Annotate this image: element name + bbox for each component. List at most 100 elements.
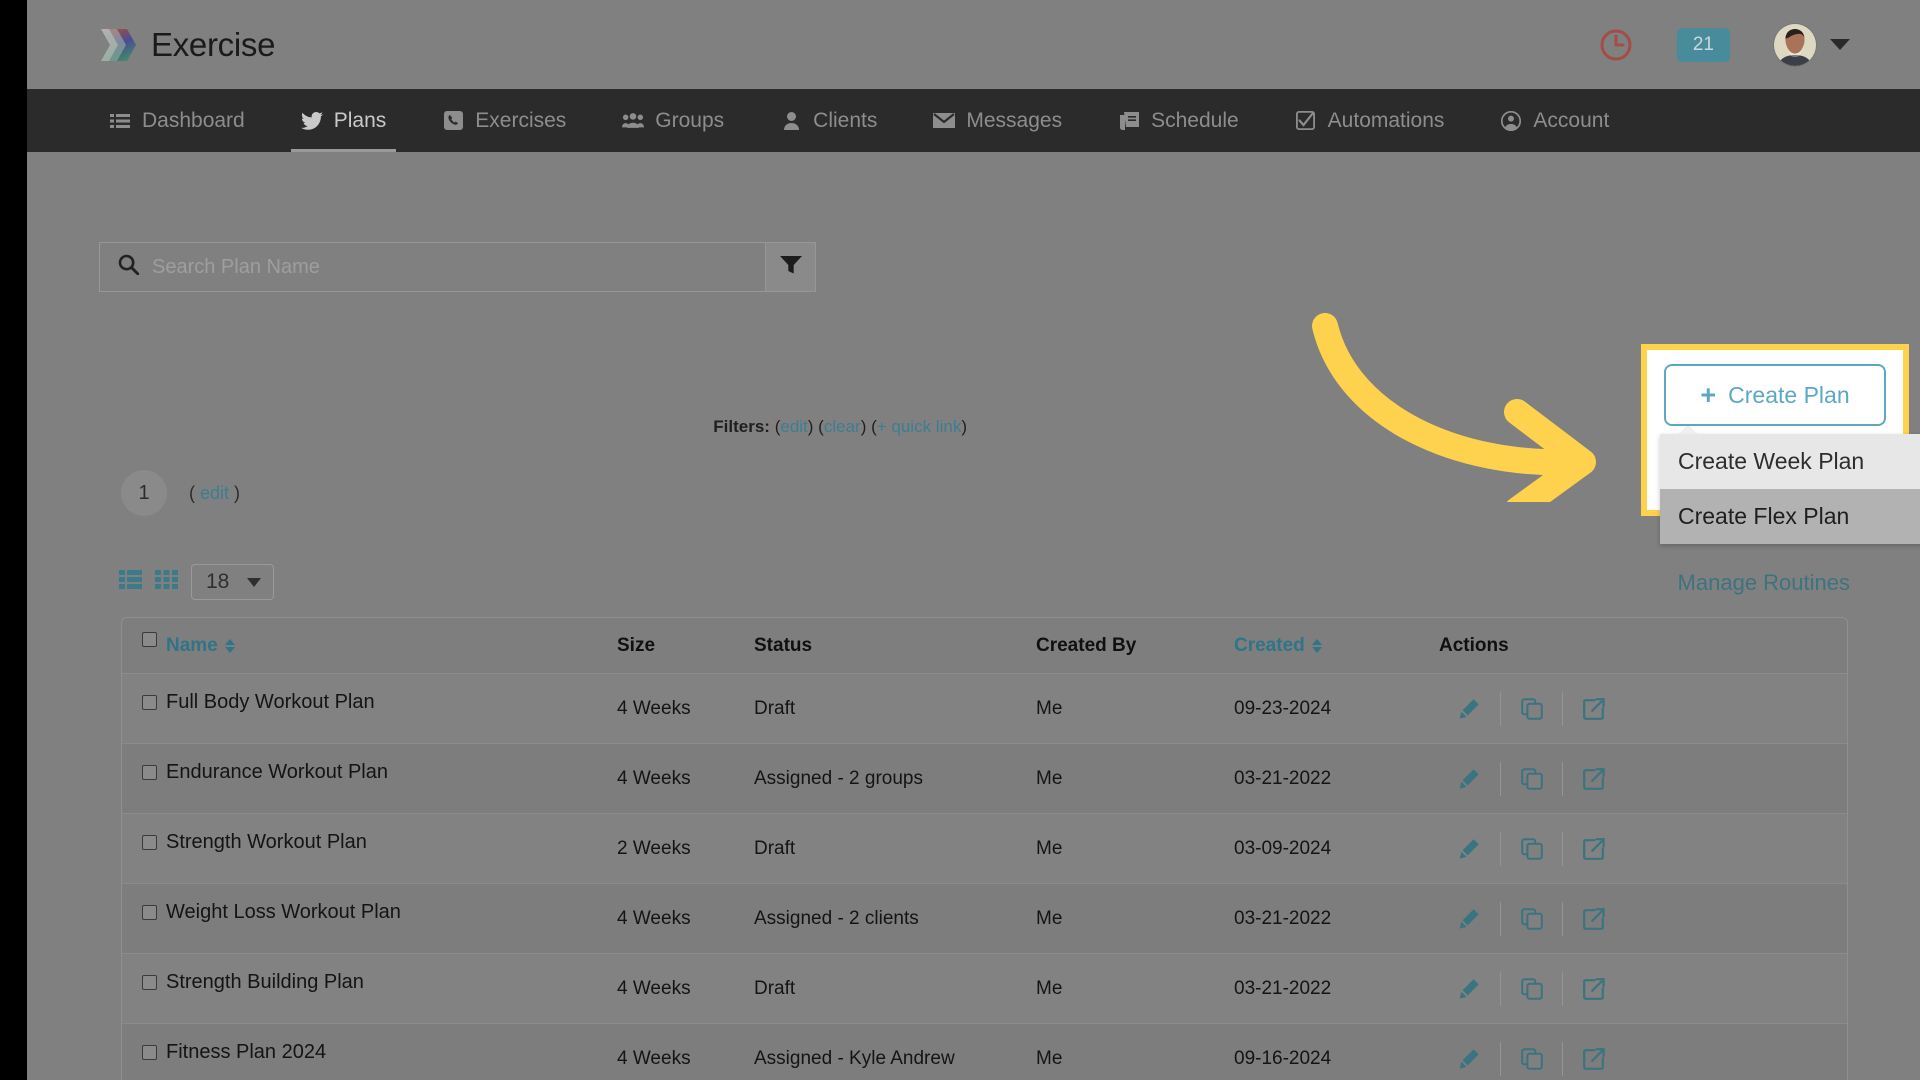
copy-icon[interactable] (1501, 901, 1563, 936)
pencil-icon[interactable] (1439, 831, 1501, 866)
nav-item-schedule[interactable]: Schedule (1108, 89, 1249, 152)
row-checkbox[interactable] (142, 1045, 157, 1060)
row-checkbox[interactable] (142, 765, 157, 780)
table-header-row: Name Size Status Created By Created Acti… (122, 618, 1847, 674)
copy-icon[interactable] (1501, 761, 1563, 796)
plan-name[interactable]: Strength Building Plan (166, 971, 364, 994)
row-checkbox[interactable] (142, 905, 157, 920)
nav-item-plans[interactable]: Plans (290, 89, 397, 152)
filters-edit-link[interactable]: edit (780, 417, 807, 436)
pencil-icon[interactable] (1439, 761, 1501, 796)
external-link-icon[interactable] (1563, 762, 1625, 796)
filters-clear-link[interactable]: clear (824, 417, 861, 436)
copy-icon[interactable] (1501, 1041, 1563, 1076)
pencil-icon[interactable] (1439, 1041, 1501, 1076)
sort-by-name[interactable]: Name (166, 635, 235, 657)
nav-item-account[interactable]: Account (1490, 89, 1619, 152)
cell-created-by: Me (1036, 767, 1063, 789)
nav-item-clients[interactable]: Clients (770, 89, 887, 152)
create-plan-button[interactable]: + Create Plan (1664, 364, 1886, 426)
cell-created: 03-21-2022 (1234, 907, 1332, 929)
manage-routines-link[interactable]: Manage Routines (1678, 570, 1850, 596)
plan-name[interactable]: Endurance Workout Plan (166, 761, 388, 784)
filters-label: Filters: (713, 417, 770, 436)
cell-created: 03-09-2024 (1234, 837, 1332, 859)
nav-item-dashboard[interactable]: Dashboard (99, 89, 255, 152)
copy-icon[interactable] (1501, 831, 1563, 866)
cell-name: Endurance Workout Plan (122, 761, 617, 790)
nav-item-messages[interactable]: Messages (923, 89, 1072, 152)
menu-item-create-flex-plan[interactable]: Create Flex Plan (1660, 489, 1920, 544)
brand-logo[interactable]: Exercise (99, 26, 275, 64)
plan-name[interactable]: Strength Workout Plan (166, 831, 367, 854)
result-count-row: 1 ( edit ) (121, 470, 240, 516)
plan-name[interactable]: Full Body Workout Plan (166, 691, 375, 714)
header-label: Name (166, 634, 218, 656)
account-menu[interactable] (1774, 23, 1850, 66)
cell-size: 4 Weeks (617, 1047, 691, 1069)
header-label: Created (1234, 634, 1305, 656)
cell-actions (1439, 1041, 1847, 1076)
external-link-icon[interactable] (1563, 1042, 1625, 1076)
table-row[interactable]: Full Body Workout Plan 4 Weeks Draft Me 09-2… (122, 674, 1847, 744)
cell-name: Strength Workout Plan (122, 831, 617, 860)
row-checkbox[interactable] (142, 835, 157, 850)
notification-count-badge[interactable]: 21 (1676, 27, 1730, 62)
browser-page: Exercise 21 Dashboard Plans Exercises Gr… (27, 0, 1920, 1080)
edit-link-text[interactable]: edit (200, 483, 229, 503)
menu-item-create-week-plan[interactable]: Create Week Plan (1660, 434, 1920, 489)
select-all-checkbox[interactable] (142, 632, 157, 647)
create-plan-label: Create Plan (1728, 381, 1850, 408)
cell-created: 03-21-2022 (1234, 977, 1332, 999)
page-size-select[interactable]: 18 (191, 564, 275, 600)
search-input[interactable] (152, 255, 712, 279)
paren: ) ( (860, 417, 877, 436)
cell-actions (1439, 761, 1847, 796)
nav-item-groups[interactable]: Groups (612, 89, 734, 152)
filter-button[interactable] (766, 242, 816, 292)
nav-item-exercises[interactable]: Exercises (432, 89, 576, 152)
table-row[interactable]: Strength Workout Plan 2 Weeks Draft Me 03-09… (122, 814, 1847, 884)
chevron-down-icon[interactable] (1830, 39, 1850, 50)
external-link-icon[interactable] (1563, 902, 1625, 936)
copy-icon[interactable] (1501, 691, 1563, 726)
external-link-icon[interactable] (1563, 972, 1625, 1006)
external-link-icon[interactable] (1563, 692, 1625, 726)
cell-actions (1439, 831, 1847, 866)
sort-by-created[interactable]: Created (1234, 635, 1439, 657)
main-navigation: Dashboard Plans Exercises Groups Clients… (27, 89, 1920, 152)
top-bar: Exercise 21 (27, 0, 1920, 89)
pencil-icon[interactable] (1439, 971, 1501, 1006)
table-row[interactable]: Weight Loss Workout Plan 4 Weeks Assigned … (122, 884, 1847, 954)
row-checkbox[interactable] (142, 975, 157, 990)
cell-status: Draft (754, 697, 796, 719)
pencil-icon[interactable] (1439, 901, 1501, 936)
cell-status: Assigned - Kyle Andrew (754, 1047, 955, 1069)
table-row[interactable]: Strength Building Plan 4 Weeks Draft Me 03-2… (122, 954, 1847, 1024)
result-count-edit-link[interactable]: ( edit ) (189, 483, 240, 504)
curved-arrow-right-icon (1307, 312, 1637, 523)
pencil-icon[interactable] (1439, 691, 1501, 726)
table-row[interactable]: Fitness Plan 2024 4 Weeks Assigned - Kyle … (122, 1024, 1847, 1080)
cell-size: 2 Weeks (617, 837, 691, 859)
grid-view-icon[interactable] (155, 570, 178, 594)
nav-label: Exercises (475, 108, 567, 132)
cell-name: Fitness Plan 2024 (122, 1041, 617, 1070)
filters-quick-link[interactable]: + quick link (877, 417, 962, 436)
search-box[interactable] (99, 242, 766, 292)
external-link-icon[interactable] (1563, 832, 1625, 866)
plan-name[interactable]: Weight Loss Workout Plan (166, 901, 401, 924)
cell-size: 4 Weeks (617, 977, 691, 999)
row-checkbox[interactable] (142, 695, 157, 710)
list-view-icon[interactable] (119, 570, 142, 594)
clock-icon[interactable] (1599, 28, 1633, 62)
copy-icon[interactable] (1501, 971, 1563, 1006)
cell-created: 09-16-2024 (1234, 1047, 1332, 1069)
list-icon (109, 111, 131, 131)
avatar[interactable] (1774, 23, 1816, 66)
check-box-icon (1295, 111, 1317, 131)
nav-item-automations[interactable]: Automations (1285, 89, 1455, 152)
plan-name[interactable]: Fitness Plan 2024 (166, 1041, 326, 1064)
table-row[interactable]: Endurance Workout Plan 4 Weeks Assigned - … (122, 744, 1847, 814)
plus-icon: + (1700, 379, 1717, 410)
